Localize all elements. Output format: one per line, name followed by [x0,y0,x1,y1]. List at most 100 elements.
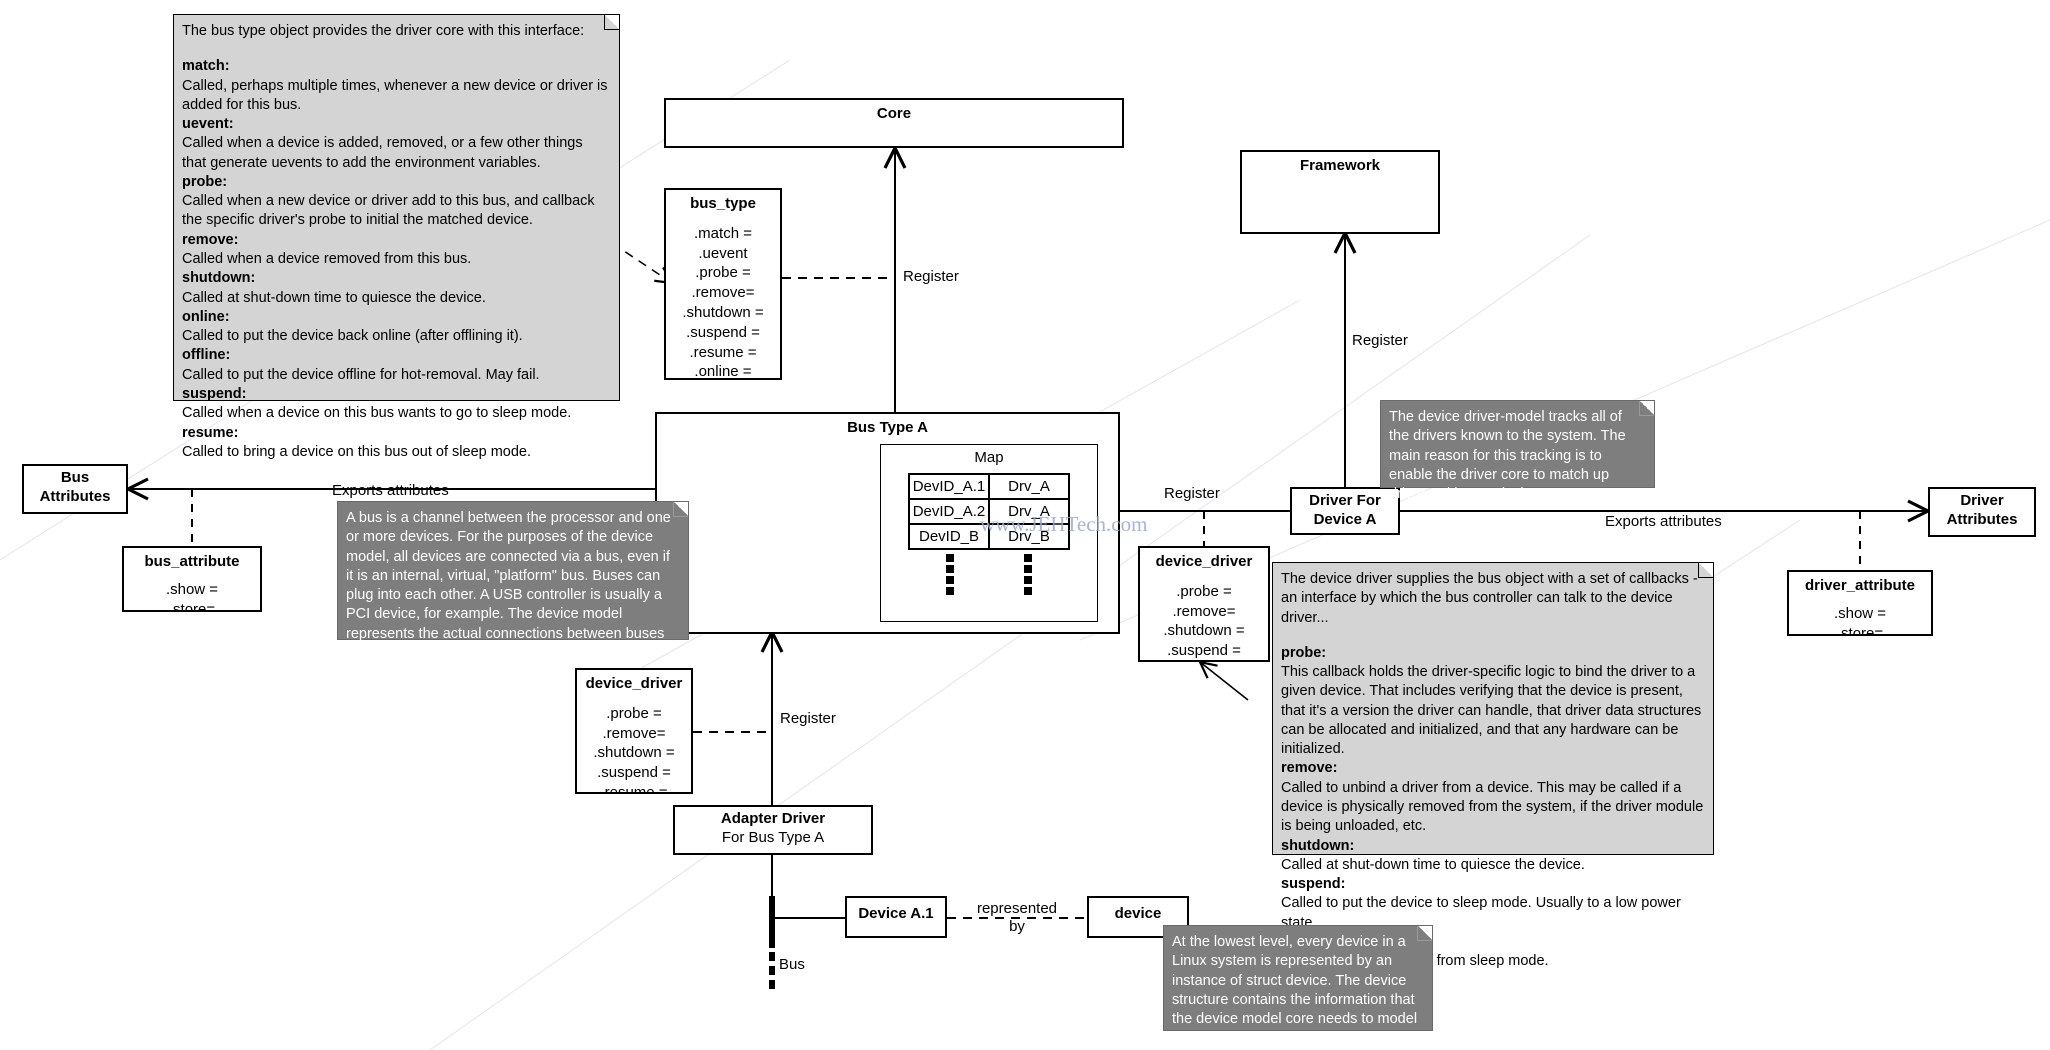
device-driver-left-title: device_driver [585,675,683,692]
bus-attribute-title: bus_attribute [144,553,240,570]
note-desc: Called to bring a device on this bus out… [182,443,532,460]
bus-type-field-suspend: .suspend = [686,323,760,341]
note-desc: Called when a device is added, removed, … [182,135,583,171]
bus-attribute-field-show: .show = [165,580,219,598]
note-desc: Called at shut-down time to quiesce the … [1281,856,1585,873]
driver-attribute-struct-box[interactable]: driver_attribute .show = .store= [1787,570,1933,636]
driver-for-device-a-line2: Device A [1313,510,1377,528]
note-desc: Called when a device removed from this b… [182,251,472,268]
bus-type-struct-box[interactable]: bus_type .match = .uevent .probe = .remo… [664,188,782,380]
note-spacer [1281,628,1704,644]
dots-col-devid [911,553,989,595]
note-desc: Called at shut-down time to quiesce the … [182,289,486,306]
bus-bar-dash-1 [769,952,775,961]
note-fold-icon [1639,401,1654,416]
label-bus: Bus [779,956,805,973]
driver-for-device-a-box[interactable]: Driver For Device A [1290,487,1400,535]
driver-attributes-box[interactable]: Driver Attributes [1928,487,2036,537]
bus-type-field-online: .online = [694,363,752,380]
watermark-text: www.JEHTech.com [980,512,1148,536]
dd-right-field-shutdown: .shutdown = [1163,622,1245,640]
driver-attribute-field-show: .show = [1833,604,1887,622]
framework-box[interactable]: Framework [1240,150,1440,234]
dd-left-field-remove: .remove= [602,724,666,742]
core-box[interactable]: Core [664,98,1124,148]
device-title: device [1114,905,1162,922]
driver-attributes-title-line2: Attributes [1946,510,2018,528]
note-spacer [182,41,610,57]
map-cell-devid: DevID_A.1 [908,472,990,500]
map-cell-devid: DevID_B [908,522,990,550]
label-register-driver-to-framework: Register [1352,332,1408,349]
note-fold-icon [604,15,619,30]
map-cell-drv: Drv_A [988,472,1070,500]
dd-left-field-resume: .resume = [600,783,668,794]
note-driver-model-tracking: The device driver-model tracks all of th… [1380,400,1655,502]
device-driver-struct-box-left[interactable]: device_driver .probe = .remove= .shutdow… [575,668,693,794]
label-register-driver-to-bus: Register [1164,485,1220,502]
note-term: match: [182,58,230,75]
diagram-canvas: Core Framework bus_type .match = .uevent… [0,0,2050,1050]
dd-left-field-shutdown: .shutdown = [593,744,675,762]
label-exports-attributes-right: Exports attributes [1605,513,1722,530]
dd-right-field-remove: .remove= [1172,602,1236,620]
note-desc: This callback holds the driver-specific … [1281,664,1702,758]
note-term: remove: [1281,760,1338,777]
core-title: Core [876,105,912,122]
dd-right-field-resume: .resume = [1163,661,1244,662]
note-term: suspend: [182,386,247,402]
adapter-driver-box[interactable]: Adapter Driver For Bus Type A [673,805,873,855]
device-driver-left-fields: .probe = .remove= .shutdown = .suspend =… [593,694,675,794]
note-term: probe: [1281,644,1327,661]
note-term: remove: [182,231,239,248]
bus-type-field-probe: .probe = [695,264,751,282]
driver-attribute-title: driver_attribute [1804,577,1916,594]
label-represented-by-line2: by [1009,918,1025,935]
note-desc: Called to put the device back online (af… [182,328,523,345]
bus-type-field-resume: .resume = [689,343,757,361]
bus-type-field-match: .match = [694,224,752,242]
label-register-adapter-to-bus: Register [780,710,836,727]
dd-right-field-probe: .probe = [1176,582,1232,600]
note-dd-intro: The device driver supplies the bus objec… [1281,571,1698,626]
bus-bar-dash-3 [769,980,775,989]
map-cell-devid: DevID_A.2 [908,497,990,525]
device-driver-right-title: device_driver [1155,553,1253,570]
device-driver-struct-box-right[interactable]: device_driver .probe = .remove= .shutdow… [1138,546,1270,662]
bus-type-field-uevent: .uevent [698,244,748,262]
bus-attribute-field-store: .store= [168,600,216,612]
driver-attribute-fields: .show = .store= [1833,596,1887,636]
map-title: Map [974,449,1004,466]
device-driver-right-fields: .probe = .remove= .shutdown = .suspend =… [1163,572,1245,662]
bus-type-struct-title: bus_type [690,195,756,212]
bus-type-struct-fields: .match = .uevent .probe = .remove= .shut… [682,214,764,380]
label-represented-by: represented by [963,900,1071,936]
bus-type-field-shutdown: .shutdown = [682,303,764,321]
driver-attribute-field-store: .store= [1836,624,1884,636]
device-a1-box[interactable]: Device A.1 [845,896,947,938]
adapter-driver-line2: For Bus Type A [721,828,825,846]
note-desc: Called to put the device offline for hot… [182,366,540,383]
note-term: uevent: [182,116,234,133]
note-bus-type-interface: The bus type object provides the driver … [173,14,620,460]
note-term: probe: [182,173,228,190]
note-term: shutdown: [1281,837,1355,854]
driver-attributes-title-line1: Driver [1960,492,2004,509]
note-desc: Called to unbind a driver from a device.… [1281,779,1704,835]
bus-type-a-title: Bus Type A [847,419,928,436]
dd-left-field-probe: .probe = [606,704,662,722]
note-struct-device-text: At the lowest level, every device in a L… [1172,934,1418,1047]
bus-attributes-title-line2: Attributes [39,487,111,505]
framework-title: Framework [1299,157,1381,174]
bus-attributes-box[interactable]: Bus Attributes [22,464,128,514]
label-represented-by-line1: represented [976,900,1058,917]
note-bus-channel-text: A bus is a channel between the processor… [346,510,671,661]
note-fold-icon [1698,563,1713,578]
note-term: resume: [182,424,239,441]
bus-attribute-struct-box[interactable]: bus_attribute .show = .store= [122,546,262,612]
note-driver-model-text: The device driver-model tracks all of th… [1389,409,1626,503]
note-term: offline: [182,347,231,364]
note-device-driver-callbacks: The device driver supplies the bus objec… [1272,562,1714,969]
bus-bar-dash-2 [769,966,775,975]
dots-col-drv [989,553,1067,595]
